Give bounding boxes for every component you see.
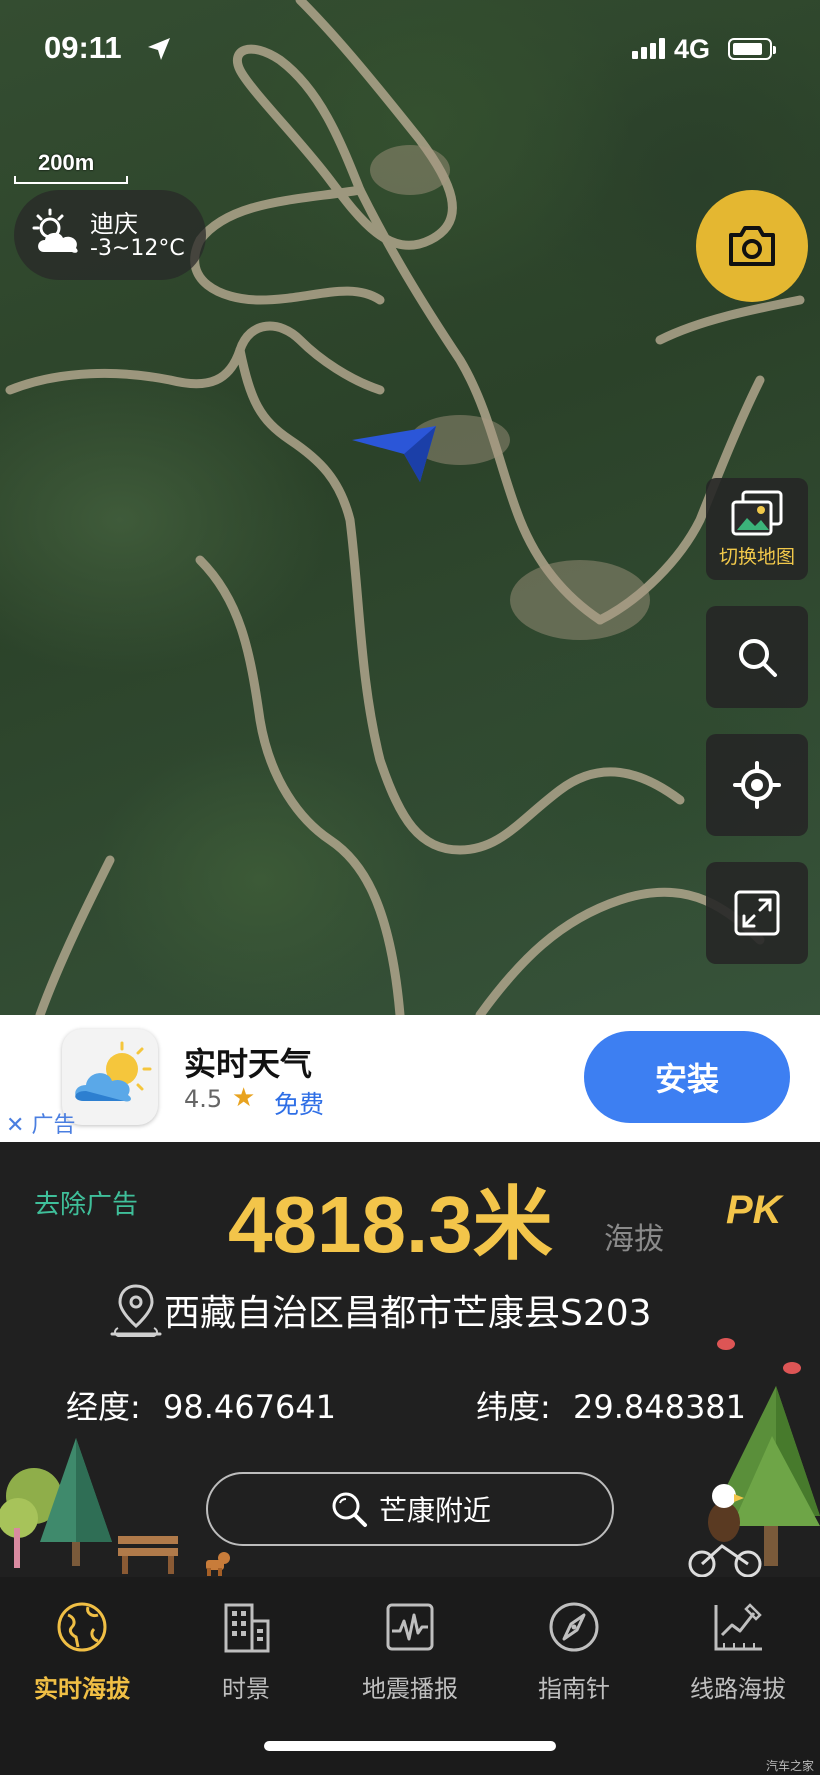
remove-ad-link[interactable]: 去除广告 <box>34 1184 138 1221</box>
search-icon <box>739 639 777 677</box>
scale-label: 200m <box>38 150 95 175</box>
location-pin-icon <box>110 1284 162 1337</box>
tab-earthquake[interactable]: 地震播报 <box>328 1599 492 1719</box>
seismograph-icon <box>386 1603 434 1651</box>
partly-cloudy-icon <box>32 208 78 253</box>
camera-button[interactable] <box>696 190 808 302</box>
ad-label: 广告 <box>31 1113 76 1138</box>
ad-price: 免费 <box>274 1090 325 1119</box>
map-scale: 200m <box>14 148 130 188</box>
install-button[interactable]: 安装 <box>584 1031 790 1123</box>
switch-map-button[interactable]: 切换地图 <box>706 478 808 580</box>
satellite-map[interactable]: 09:11 4G 200m 迪庆 -3~12°C 切换地图 <box>0 0 820 1015</box>
camera-icon <box>729 226 775 266</box>
navigation-arrow-icon <box>352 426 436 482</box>
altitude-value: 4818.3米 <box>228 1180 553 1269</box>
battery-icon <box>728 38 776 60</box>
ad-close[interactable]: ✕ 广告 <box>6 1107 75 1139</box>
nearby-search-button[interactable]: 芒康附近 <box>206 1472 614 1546</box>
tab-label: 线路海拔 <box>690 1675 786 1703</box>
locate-button[interactable] <box>706 734 808 836</box>
status-time: 09:11 <box>44 30 122 65</box>
expand-icon <box>734 890 780 936</box>
ad-app-icon[interactable] <box>62 1029 158 1125</box>
globe-icon <box>57 1602 107 1652</box>
weather-temperature: -3~12°C <box>90 236 185 261</box>
map-layers-icon <box>731 490 783 535</box>
signal-bars-icon <box>632 38 665 59</box>
search-icon <box>332 1492 367 1527</box>
tab-altitude[interactable]: 实时海拔 <box>0 1599 164 1719</box>
status-bar: 09:11 4G <box>0 0 820 100</box>
switch-map-label: 切换地图 <box>718 545 795 568</box>
close-icon[interactable]: ✕ <box>6 1113 24 1138</box>
tab-compass[interactable]: 指南针 <box>492 1599 656 1719</box>
tab-label: 时景 <box>222 1675 270 1703</box>
compass-icon <box>549 1602 599 1652</box>
pk-button[interactable]: PK <box>726 1188 782 1233</box>
tab-label: 指南针 <box>538 1675 610 1703</box>
altitude-label: 海拔 <box>604 1222 664 1257</box>
home-indicator[interactable] <box>264 1741 556 1751</box>
locate-crosshair-icon <box>733 761 781 809</box>
latitude-label: 纬度: <box>476 1388 551 1426</box>
address-text: 西藏自治区昌都市芒康县S203 <box>164 1293 652 1334</box>
eagle-bike-scenery-right <box>688 1338 820 1578</box>
tab-label: 地震播报 <box>362 1675 458 1703</box>
weather-widget[interactable]: 迪庆 -3~12°C <box>14 190 206 280</box>
fullscreen-button[interactable] <box>706 862 808 964</box>
longitude: 经度: 98.467641 <box>66 1382 336 1428</box>
longitude-value: 98.467641 <box>162 1388 337 1426</box>
star-icon: ★ <box>232 1083 256 1113</box>
longitude-label: 经度: <box>66 1388 141 1426</box>
dog-icon <box>206 1552 230 1576</box>
ad-banner[interactable]: 实时天气 4.5 ★ 免费 安装 ✕ 广告 <box>0 1015 820 1142</box>
building-icon <box>224 1603 270 1653</box>
ad-rating: 4.5 <box>184 1085 223 1113</box>
network-type: 4G <box>674 34 711 64</box>
location-arrow-icon <box>148 38 170 60</box>
bottom-tab-bar: 实时海拔 时景 地震播报 指南针 线路海拔 汽车之家 <box>0 1577 820 1775</box>
route-chart-icon <box>714 1603 762 1651</box>
weather-city: 迪庆 <box>90 210 138 238</box>
sun-cloud-icon <box>75 1041 152 1102</box>
tab-label: 实时海拔 <box>34 1675 130 1703</box>
altitude-panel: 去除广告 4818.3米 海拔 PK 西藏自治区昌都市芒康县S203 经度: 9… <box>0 1142 820 1578</box>
search-map-button[interactable] <box>706 606 808 708</box>
watermark: 汽车之家 <box>766 1759 815 1773</box>
tab-route-altitude[interactable]: 线路海拔 <box>656 1599 820 1719</box>
ad-app-name: 实时天气 <box>184 1045 313 1083</box>
scale-bar <box>14 176 128 184</box>
tab-scenery[interactable]: 时景 <box>164 1599 328 1719</box>
nearby-label: 芒康附近 <box>378 1494 491 1527</box>
forest-scenery-left <box>0 1438 178 1574</box>
